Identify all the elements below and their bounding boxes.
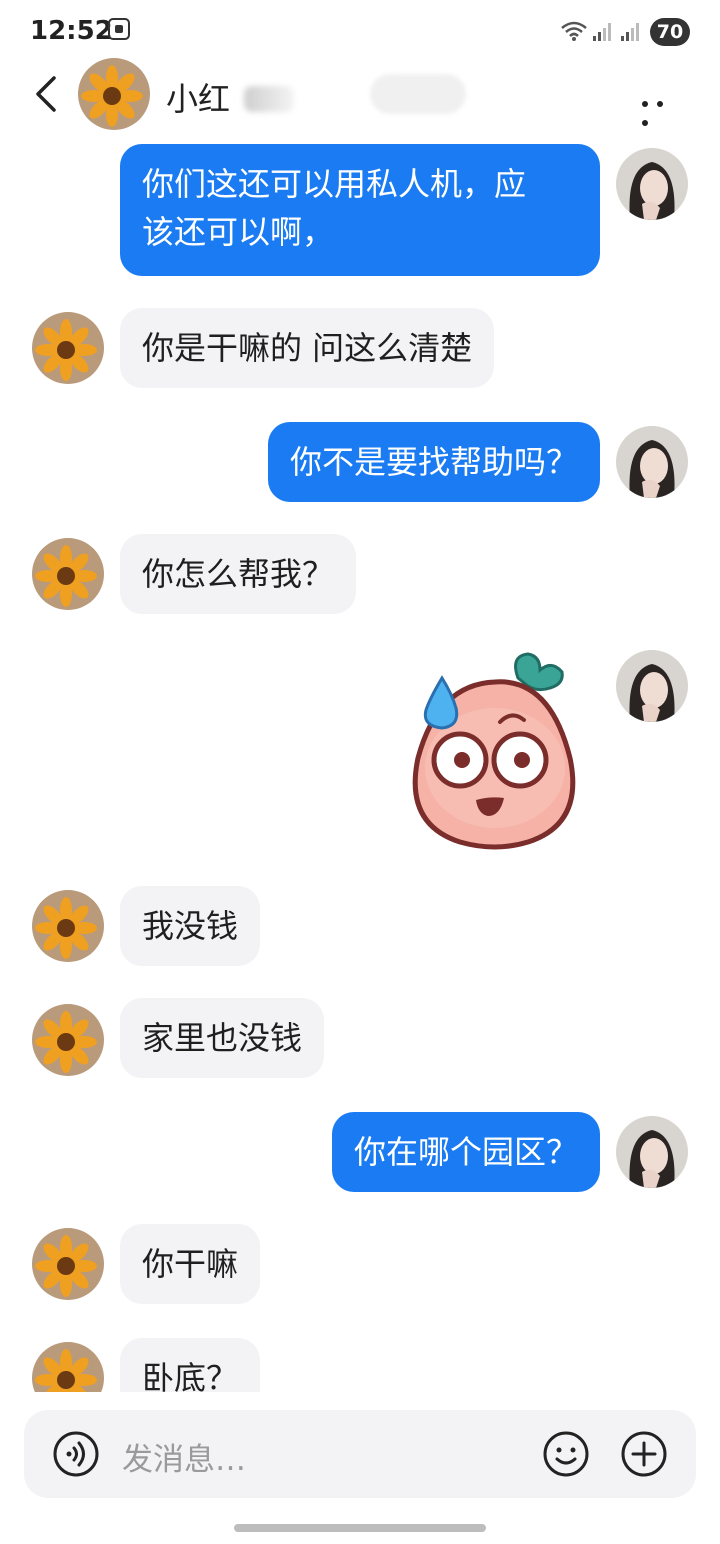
message-input-bar: 发消息… <box>24 1410 696 1498</box>
outgoing-message-bubble[interactable]: 你在哪个园区？ <box>331 1112 600 1192</box>
contact-message-avatar[interactable] <box>32 312 104 384</box>
screenshot-icon <box>108 18 130 40</box>
emoji-icon[interactable] <box>542 1430 590 1478</box>
wifi-icon <box>561 21 587 41</box>
contact-message-avatar[interactable] <box>32 1228 104 1300</box>
redacted-name-blur <box>370 74 466 114</box>
status-bar: 12:52 70 <box>0 0 720 64</box>
contact-avatar[interactable] <box>78 58 150 130</box>
incoming-message-bubble[interactable]: 家里也没钱 <box>120 998 325 1078</box>
contact-name[interactable]: 小红 <box>166 74 230 120</box>
incoming-message-bubble[interactable]: 你干嘛 <box>120 1224 261 1304</box>
message-input[interactable]: 发消息… <box>122 1434 246 1479</box>
redacted-name-blur <box>244 86 294 112</box>
outgoing-message-bubble[interactable]: 你不是要找帮助吗？ <box>267 422 600 502</box>
my-avatar[interactable] <box>616 148 688 220</box>
incoming-message-bubble[interactable]: 你是干嘛的 问这么清楚 <box>120 308 495 388</box>
my-avatar[interactable] <box>616 650 688 722</box>
signal-icon-sim1 <box>593 23 611 41</box>
status-time: 12:52 <box>30 16 113 46</box>
signal-icon-sim2 <box>621 23 639 41</box>
home-indicator[interactable] <box>234 1524 486 1532</box>
incoming-message-bubble[interactable]: 你怎么帮我？ <box>120 534 357 614</box>
sweating-blob-sticker[interactable] <box>400 648 590 854</box>
message-text-line: 你们这还可以用私人机，应 <box>142 165 527 203</box>
contact-message-avatar[interactable] <box>32 1004 104 1076</box>
battery-indicator: 70 <box>650 18 690 46</box>
my-avatar[interactable] <box>616 426 688 498</box>
back-arrow-icon[interactable] <box>30 74 66 114</box>
my-avatar[interactable] <box>616 1116 688 1188</box>
outgoing-message-bubble[interactable]: 你们这还可以用私人机，应 该还可以啊， <box>120 144 600 276</box>
contact-message-avatar[interactable] <box>32 538 104 610</box>
incoming-message-bubble[interactable]: 我没钱 <box>120 886 261 966</box>
contact-message-avatar[interactable] <box>32 890 104 962</box>
chat-header: 小红 <box>0 56 720 132</box>
add-attachment-icon[interactable] <box>620 1430 668 1478</box>
voice-input-icon[interactable] <box>52 1430 100 1478</box>
more-options-icon[interactable] <box>642 92 686 126</box>
message-text-line: 该还可以啊， <box>142 213 335 251</box>
